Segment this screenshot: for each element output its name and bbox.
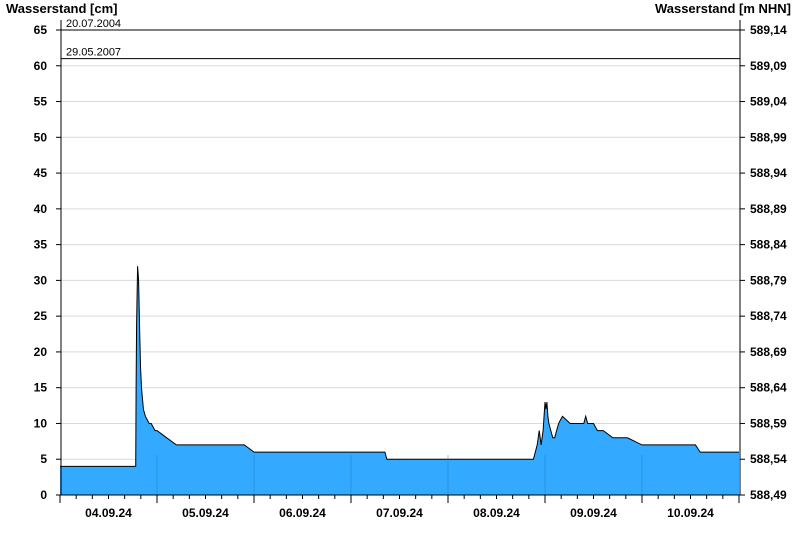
x-tick-label: 07.09.24 [376,506,423,520]
reference-line-label: 29.05.2007 [66,47,121,59]
y-tick-label: 20 [34,345,48,359]
y-tick-label: 0 [40,488,47,502]
x-tick-label: 05.09.24 [182,506,229,520]
y2-tick-label: 589,04 [750,95,787,109]
x-tick-label: 09.09.24 [570,506,617,520]
y2-tick-label: 588,59 [750,416,787,430]
reference-line-label: 20.07.2004 [66,18,121,30]
water-level-chart: 20.07.2004 29.05.2007 0 588,49 5 588,54 10 588… [6,1,791,520]
y2-tick-label: 589,14 [750,23,787,37]
y-tick-label: 10 [34,416,48,430]
y-tick-label: 45 [34,166,48,180]
y2-tick-label: 588,64 [750,381,787,395]
y2-tick-label: 588,89 [750,202,787,216]
y2-tick-label: 588,49 [750,488,787,502]
x-tick-label: 10.09.24 [667,506,714,520]
y-tick-label: 5 [40,452,47,466]
y-tick-label: 15 [34,381,48,395]
y2-tick-label: 588,74 [750,309,787,323]
water-level-area [60,266,739,495]
y-tick-label: 25 [34,309,48,323]
y-tick-label: 60 [34,59,48,73]
y2-tick-label: 588,79 [750,273,787,287]
y-tick-label: 35 [34,238,48,252]
y2-tick-label: 588,94 [750,166,787,180]
x-tick-label: 08.09.24 [473,506,520,520]
y2-tick-label: 588,54 [750,452,787,466]
y-tick-label: 65 [34,23,48,37]
y-tick-label: 40 [34,202,48,216]
y2-tick-label: 588,99 [750,130,787,144]
reference-lines: 20.07.2004 29.05.2007 [61,18,740,60]
y2-tick-label: 588,69 [750,345,787,359]
right-axis-title: Wasserstand [m NHN] [655,1,791,16]
y2-tick-label: 588,84 [750,238,787,252]
y-tick-label: 55 [34,95,48,109]
left-axis-title: Wasserstand [cm] [6,1,118,16]
x-tick-label: 04.09.24 [85,506,132,520]
gridlines [61,29,740,460]
plot-area [60,266,739,495]
y-tick-label: 30 [34,273,48,287]
y2-tick-label: 589,09 [750,59,787,73]
y-tick-label: 50 [34,130,48,144]
x-tick-label: 06.09.24 [279,506,326,520]
